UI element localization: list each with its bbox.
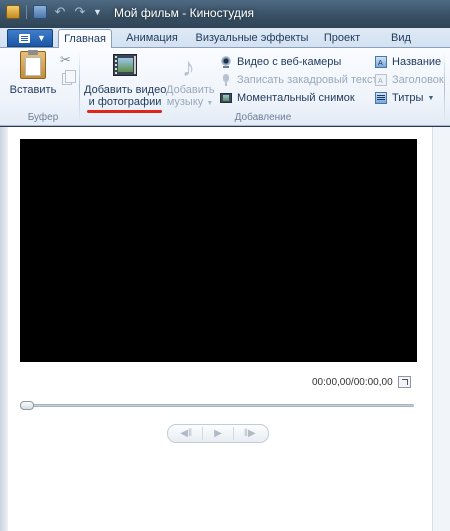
quick-access-toolbar: ↶ ↷ ▼	[6, 5, 102, 19]
tab-view[interactable]: Вид	[384, 29, 418, 48]
webcam-icon	[219, 55, 233, 69]
fullscreen-icon[interactable]	[398, 376, 411, 388]
add-music-label-line2: музыку ▼	[166, 96, 214, 108]
add-video-photos-button[interactable]: Добавить видео и фотографии	[84, 48, 166, 108]
chevron-down-icon: ▼	[427, 94, 435, 102]
playback-controls: ◀‖ ▶ ‖▶	[167, 424, 269, 443]
group-separator	[79, 52, 80, 122]
title-bar: ↶ ↷ ▼ Мой фильм - Киностудия	[0, 0, 450, 28]
next-frame-icon[interactable]: ‖▶	[241, 428, 259, 439]
webcam-video-button[interactable]: Видео с веб-камеры	[219, 54, 341, 70]
tab-home[interactable]: Главная	[58, 29, 112, 49]
timecode: 00:00,00/00:00,00	[312, 377, 393, 388]
credits-button[interactable]: Титры ▼	[374, 90, 434, 106]
seek-bar[interactable]	[24, 404, 414, 407]
record-narration-button[interactable]: Записать закадровый текст ▼	[219, 72, 388, 88]
app-icon[interactable]	[6, 5, 20, 19]
chevron-down-icon: ▼	[37, 33, 46, 43]
redo-icon[interactable]: ↷	[73, 5, 87, 19]
snapshot-icon	[219, 91, 233, 105]
window-title: Мой фильм - Киностудия	[114, 6, 255, 20]
film-icon	[113, 54, 137, 76]
play-icon[interactable]: ▶	[209, 428, 227, 439]
copy-icon[interactable]	[62, 70, 76, 85]
microphone-icon	[219, 73, 233, 87]
credits-icon	[374, 91, 388, 105]
ribbon-tab-row: ▼ Главная Анимация Визуальные эффекты Пр…	[0, 28, 450, 49]
qat-separator	[26, 5, 27, 19]
caption-icon: A	[374, 73, 388, 87]
group-label-clipboard: Буфер	[27, 112, 59, 123]
credits-label: Титры	[392, 92, 424, 104]
music-note-icon: ♪	[182, 52, 195, 82]
add-music-label-line1: Добавить	[166, 84, 215, 96]
group-separator	[444, 52, 445, 122]
title-icon: A	[374, 55, 388, 69]
tab-project[interactable]: Проект	[316, 29, 368, 48]
save-icon[interactable]	[33, 5, 47, 19]
add-video-label-line1: Добавить видео	[84, 84, 167, 96]
title-label: Название	[392, 56, 442, 68]
paste-button[interactable]: Вставить	[8, 48, 58, 108]
video-preview[interactable]	[20, 139, 417, 362]
file-menu-button[interactable]: ▼	[7, 29, 53, 47]
snapshot-label: Моментальный снимок	[237, 92, 355, 104]
title-button[interactable]: A Название	[374, 54, 441, 70]
add-music-button[interactable]: ♪ Добавить музыку ▼	[166, 48, 215, 108]
customize-qat-icon[interactable]: ▼	[93, 7, 102, 17]
add-video-label-line2: и фотографии	[88, 96, 162, 108]
previous-frame-icon[interactable]: ◀‖	[177, 428, 195, 439]
file-menu-icon	[19, 34, 30, 43]
left-edge	[0, 127, 8, 531]
ribbon: Вставить ✂ Буфер Добавить видео и фотогр…	[0, 48, 450, 126]
undo-icon[interactable]: ↶	[53, 5, 67, 19]
cut-icon[interactable]: ✂	[60, 52, 71, 68]
storyboard-pane-edge[interactable]	[432, 127, 450, 531]
webcam-label: Видео с веб-камеры	[237, 56, 342, 68]
caption-label: Заголовок	[392, 74, 444, 86]
red-highlight-underline	[87, 110, 162, 113]
tab-animation[interactable]: Анимация	[120, 29, 184, 48]
clipboard-icon	[20, 50, 46, 79]
paste-label: Вставить	[9, 84, 57, 96]
snapshot-button[interactable]: Моментальный снимок	[219, 90, 355, 106]
narration-label: Записать закадровый текст	[237, 74, 378, 86]
group-label-add: Добавление	[234, 112, 292, 123]
caption-button[interactable]: A Заголовок	[374, 72, 444, 88]
seek-thumb[interactable]	[20, 401, 34, 410]
tab-visual-effects[interactable]: Визуальные эффекты	[194, 29, 310, 48]
main-area: 00:00,00/00:00,00 ◀‖ ▶ ‖▶	[0, 127, 450, 531]
